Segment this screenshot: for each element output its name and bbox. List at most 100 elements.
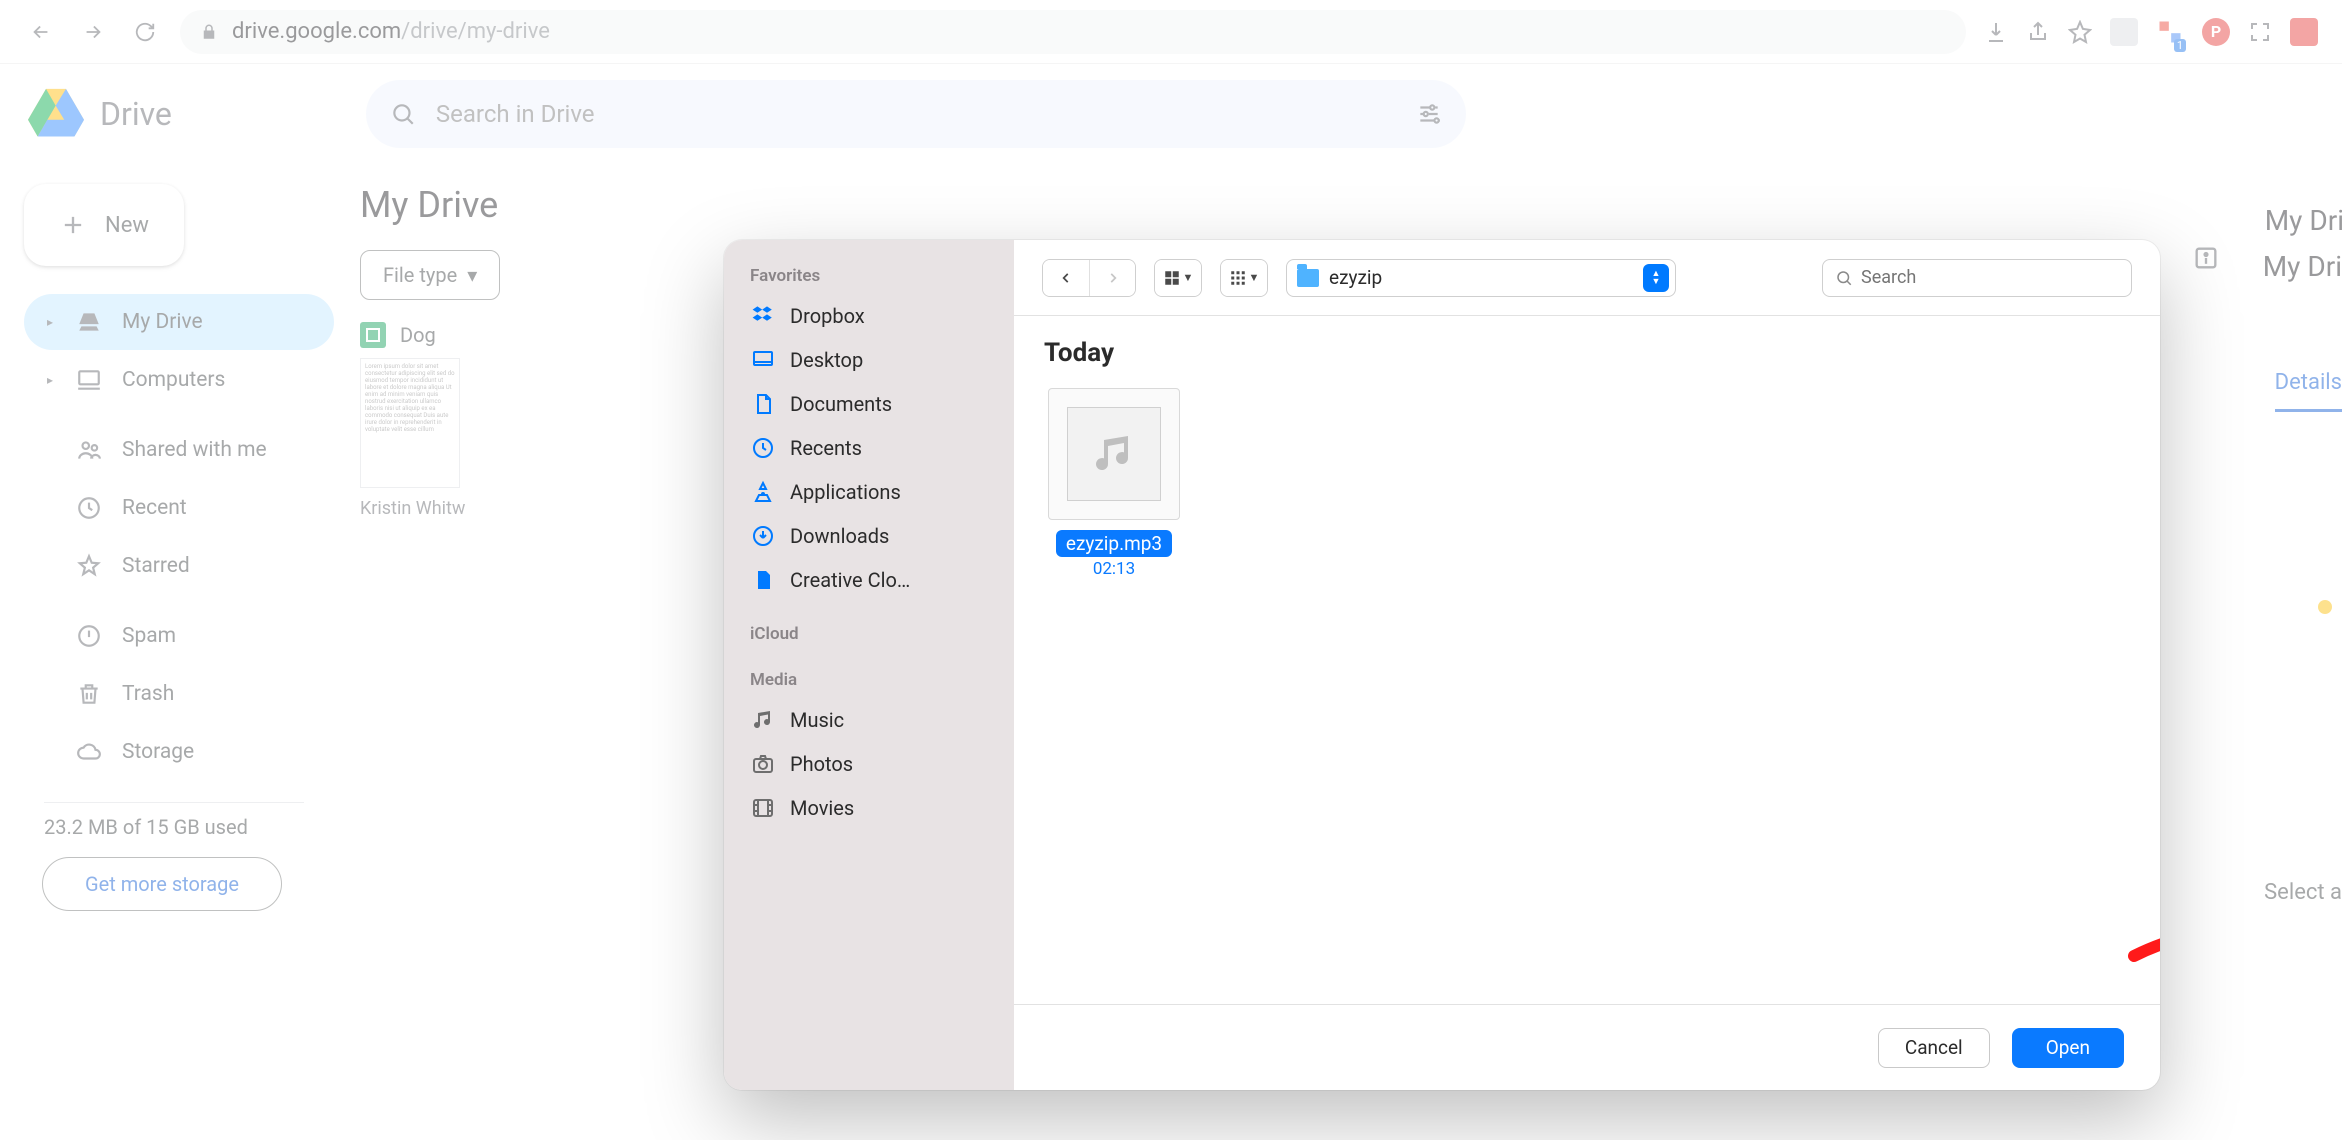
star-icon[interactable] — [2068, 20, 2092, 44]
lock-icon — [200, 23, 218, 41]
dialog-forward-button[interactable] — [1089, 260, 1135, 296]
desktop-icon — [750, 347, 776, 373]
expand-icon[interactable]: ▸ — [44, 373, 56, 387]
sidebar-label: Recent — [122, 496, 187, 520]
file-name: Dog — [400, 323, 436, 347]
drive-triangle-icon — [28, 86, 84, 142]
sidebar-label: Starred — [122, 554, 190, 578]
file-open-dialog: Favorites Dropbox Desktop Documents Rece… — [724, 240, 2160, 1090]
clock-icon — [750, 435, 776, 461]
details-tab[interactable]: Details — [2275, 370, 2342, 412]
folder-name: ezyzip — [1329, 266, 1382, 289]
back-button[interactable] — [24, 15, 58, 49]
sidebar-item-my-drive[interactable]: ▸ My Drive — [24, 294, 334, 350]
group-heading-today: Today — [1044, 338, 2130, 368]
sidebar-section-icloud: iCloud — [724, 616, 1014, 652]
search-options-icon[interactable] — [1416, 101, 1442, 127]
star-icon — [76, 553, 102, 579]
sidebar-item-downloads[interactable]: Downloads — [724, 514, 1014, 558]
download-icon[interactable] — [1984, 20, 2008, 44]
chip-file-type[interactable]: File type▾ — [360, 250, 500, 300]
clock-icon — [76, 495, 102, 521]
sidebar-section-media: Media — [724, 662, 1014, 698]
dialog-body: Today ezyzip.mp3 02:13 — [1014, 316, 2160, 1004]
sidebar-item-spam[interactable]: Spam — [24, 608, 334, 664]
url-host: drive.google.com — [232, 19, 401, 44]
share-icon[interactable] — [2026, 20, 2050, 44]
sidebar-item-movies[interactable]: Movies — [724, 786, 1014, 830]
drive-icon — [76, 309, 102, 335]
sidebar-item-computers[interactable]: ▸ Computers — [24, 352, 334, 408]
drive-header: Drive — [0, 64, 2342, 164]
sidebar-item-photos[interactable]: Photos — [724, 742, 1014, 786]
folder-dropdown[interactable]: ezyzip ▲▼ — [1286, 259, 1676, 297]
search-box[interactable] — [366, 80, 1466, 148]
right-panel-select-hint: Select a — [2264, 880, 2342, 905]
dialog-search-input[interactable] — [1861, 267, 2119, 288]
group-mode-icon[interactable]: ▼ — [1220, 259, 1268, 297]
sidebar-item-desktop[interactable]: Desktop — [724, 338, 1014, 382]
pinterest-icon[interactable]: P — [2202, 18, 2230, 46]
camera-icon — [750, 751, 776, 777]
view-mode-icon[interactable]: ▼ — [1154, 259, 1202, 297]
address-bar[interactable]: drive.google.com/drive/my-drive — [180, 10, 1966, 54]
sidebar-item-recents[interactable]: Recents — [724, 426, 1014, 470]
cancel-button[interactable]: Cancel — [1878, 1028, 1990, 1068]
search-icon — [390, 101, 416, 127]
sidebar-item-trash[interactable]: Trash — [24, 666, 334, 722]
forward-button[interactable] — [76, 15, 110, 49]
right-panel-title: My Dri — [2263, 250, 2342, 283]
dialog-footer: Cancel Open — [1014, 1004, 2160, 1090]
info-frame-icon[interactable] — [2192, 244, 2220, 272]
file-item-ezyzip[interactable]: ezyzip.mp3 02:13 — [1044, 388, 1184, 579]
drive-sidebar: New ▸ My Drive ▸ Computers Shared with m… — [0, 164, 350, 1140]
download-icon — [750, 523, 776, 549]
sidebar-item-recent[interactable]: Recent — [24, 480, 334, 536]
sidebar-item-creative-cloud[interactable]: Creative Clo… — [724, 558, 1014, 602]
trash-icon — [76, 681, 102, 707]
extension-1-icon[interactable] — [2110, 18, 2138, 46]
storage-usage-text: 23.2 MB of 15 GB used — [24, 815, 350, 839]
nav-back-forward — [1042, 259, 1136, 297]
sidebar-label: Computers — [122, 368, 225, 392]
divider — [44, 802, 304, 803]
updown-icon: ▲▼ — [1643, 264, 1669, 292]
sidebar-item-storage[interactable]: Storage — [24, 724, 334, 780]
plus-icon — [59, 211, 87, 239]
fullscreen-icon[interactable] — [2248, 20, 2272, 44]
file-duration: 02:13 — [1093, 559, 1135, 579]
dropbox-icon — [750, 303, 776, 329]
page-title: My Drive — [360, 184, 2342, 226]
sidebar-item-documents[interactable]: Documents — [724, 382, 1014, 426]
expand-icon[interactable]: ▸ — [44, 315, 56, 329]
dialog-back-button[interactable] — [1043, 260, 1089, 296]
sidebar-item-music[interactable]: Music — [724, 698, 1014, 742]
sidebar-item-applications[interactable]: Applications — [724, 470, 1014, 514]
file-thumbnail — [1048, 388, 1180, 520]
suggested-file-card[interactable]: Dog Lorem ipsum dolor sit amet consectet… — [360, 322, 700, 519]
search-input[interactable] — [436, 100, 1396, 128]
extension-3-icon[interactable] — [2290, 18, 2318, 46]
file-icon — [750, 567, 776, 593]
new-button[interactable]: New — [24, 184, 184, 266]
cloud-icon — [76, 739, 102, 765]
reload-button[interactable] — [128, 15, 162, 49]
music-icon — [750, 707, 776, 733]
sidebar-item-dropbox[interactable]: Dropbox — [724, 294, 1014, 338]
dialog-sidebar: Favorites Dropbox Desktop Documents Rece… — [724, 240, 1014, 1090]
chevron-down-icon: ▾ — [467, 263, 477, 287]
document-icon — [750, 391, 776, 417]
drive-logo[interactable]: Drive — [28, 86, 172, 142]
url-path: /drive/my-drive — [401, 19, 550, 44]
sidebar-label: Shared with me — [122, 438, 267, 462]
extension-2-icon[interactable]: 1 — [2156, 18, 2184, 46]
get-more-storage-button[interactable]: Get more storage — [42, 857, 282, 911]
computer-icon — [76, 367, 102, 393]
sidebar-item-starred[interactable]: Starred — [24, 538, 334, 594]
open-button[interactable]: Open — [2012, 1028, 2124, 1068]
sidebar-item-shared[interactable]: Shared with me — [24, 422, 334, 478]
new-button-label: New — [105, 213, 149, 238]
dialog-search[interactable] — [1822, 259, 2132, 297]
search-icon — [1835, 269, 1853, 287]
sidebar-label: My Drive — [122, 310, 203, 334]
